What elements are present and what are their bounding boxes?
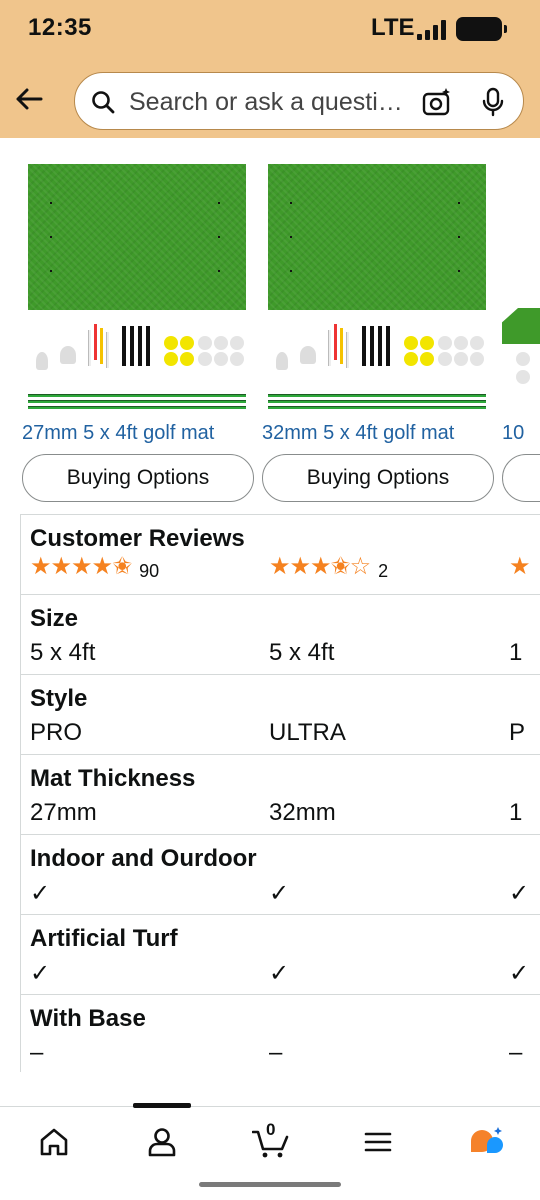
star-rating: ★★★★✬	[30, 553, 132, 580]
cell-value: P	[509, 719, 526, 746]
cell-value: 32mm	[269, 799, 336, 826]
search-icon	[92, 91, 115, 114]
product-image[interactable]	[502, 158, 540, 408]
cart-count: 0	[266, 1120, 276, 1139]
cell-value: ULTRA	[269, 719, 346, 746]
status-time: 12:35	[28, 14, 92, 41]
accessories-image	[22, 324, 254, 384]
compare-row: Artificial Turf ✓ ✓ ✓	[21, 915, 540, 995]
check-icon: ✓	[509, 960, 530, 987]
alignment-rods-image	[268, 394, 486, 412]
buying-options-button[interactable]	[502, 454, 540, 502]
check-icon: ✓	[30, 880, 51, 907]
star-rating: ★	[509, 553, 530, 580]
row-label: Mat Thickness	[30, 765, 196, 792]
cell-value: 5 x 4ft	[269, 639, 335, 666]
product-card[interactable]: 32mm 5 x 4ft golf mat Buying Options	[262, 158, 494, 502]
product-title-link[interactable]: 32mm 5 x 4ft golf mat	[262, 422, 454, 445]
account-icon[interactable]	[145, 1125, 179, 1159]
product-card[interactable]: 27mm 5 x 4ft golf mat Buying Options	[22, 158, 254, 502]
cell-value: 27mm	[30, 799, 97, 826]
comparison-table: Customer Reviews ★★★★✬ 90 ★★★✬☆ 2 ★ Size…	[20, 514, 540, 1072]
dash-icon: –	[509, 1039, 523, 1066]
reviews-row: Customer Reviews ★★★★✬ 90 ★★★✬☆ 2 ★	[21, 515, 540, 595]
buying-options-button[interactable]: Buying Options	[22, 454, 254, 502]
product-carousel[interactable]: 27mm 5 x 4ft golf mat Buying Options 32m…	[0, 140, 540, 510]
row-label: Size	[30, 605, 79, 632]
microphone-icon[interactable]	[482, 87, 504, 117]
turf-mat-image	[502, 308, 540, 344]
rating-stars[interactable]: ★★★✬☆ 2	[269, 553, 389, 581]
home-icon[interactable]	[37, 1125, 71, 1159]
cell-value: 5 x 4ft	[30, 639, 96, 666]
star-rating: ★★★✬☆	[269, 553, 371, 580]
review-count: 90	[139, 560, 160, 581]
check-icon: ✓	[509, 880, 530, 907]
turf-mat-image	[268, 164, 486, 310]
compare-row: Size 5 x 4ft 5 x 4ft 1	[21, 595, 540, 675]
review-count: 2	[378, 560, 389, 581]
product-card[interactable]: 10	[502, 158, 540, 502]
rating-stars[interactable]: ★★★★✬ 90	[30, 553, 160, 581]
home-indicator	[199, 1182, 341, 1187]
cell-value: 1	[509, 799, 523, 826]
dash-icon: –	[30, 1039, 44, 1066]
compare-row: Style PRO ULTRA P	[21, 675, 540, 755]
search-input[interactable]: Search or ask a question	[129, 88, 405, 117]
check-icon: ✓	[269, 880, 290, 907]
row-label: Style	[30, 685, 88, 712]
compare-row: With Base – – –	[21, 995, 540, 1072]
menu-icon[interactable]	[361, 1125, 395, 1159]
camera-search-icon[interactable]	[422, 87, 452, 117]
row-label: Artificial Turf	[30, 925, 178, 952]
turf-mat-image	[28, 164, 246, 310]
cell-value: 1	[509, 639, 523, 666]
active-tab-indicator	[133, 1103, 191, 1108]
row-label: Indoor and Ourdoor	[30, 845, 257, 872]
search-bar[interactable]: Search or ask a question	[74, 72, 524, 130]
network-label: LTE	[371, 14, 415, 41]
cell-value: PRO	[30, 719, 83, 746]
compare-row: Indoor and Ourdoor ✓ ✓ ✓	[21, 835, 540, 915]
rufus-icon[interactable]	[467, 1125, 505, 1159]
row-label: Customer Reviews	[30, 525, 245, 552]
compare-row: Mat Thickness 27mm 32mm 1	[21, 755, 540, 835]
check-icon: ✓	[269, 960, 290, 987]
product-image[interactable]	[262, 158, 494, 409]
status-bar: 12:35 LTE	[0, 0, 540, 60]
app-header: 12:35 LTE Search or ask a question	[0, 0, 540, 138]
dash-icon: –	[269, 1039, 283, 1066]
check-icon: ✓	[30, 960, 51, 987]
product-title-link[interactable]: 10	[502, 422, 524, 445]
back-arrow-icon[interactable]	[14, 84, 44, 114]
buying-options-button[interactable]: Buying Options	[262, 454, 494, 502]
signal-icon	[417, 20, 447, 40]
product-title-link[interactable]: 27mm 5 x 4ft golf mat	[22, 422, 214, 445]
row-label: With Base	[30, 1005, 146, 1032]
battery-icon	[456, 17, 507, 41]
alignment-rods-image	[28, 394, 246, 412]
accessories-image	[262, 324, 494, 384]
rating-stars[interactable]: ★	[509, 555, 530, 579]
product-image[interactable]	[22, 158, 254, 409]
